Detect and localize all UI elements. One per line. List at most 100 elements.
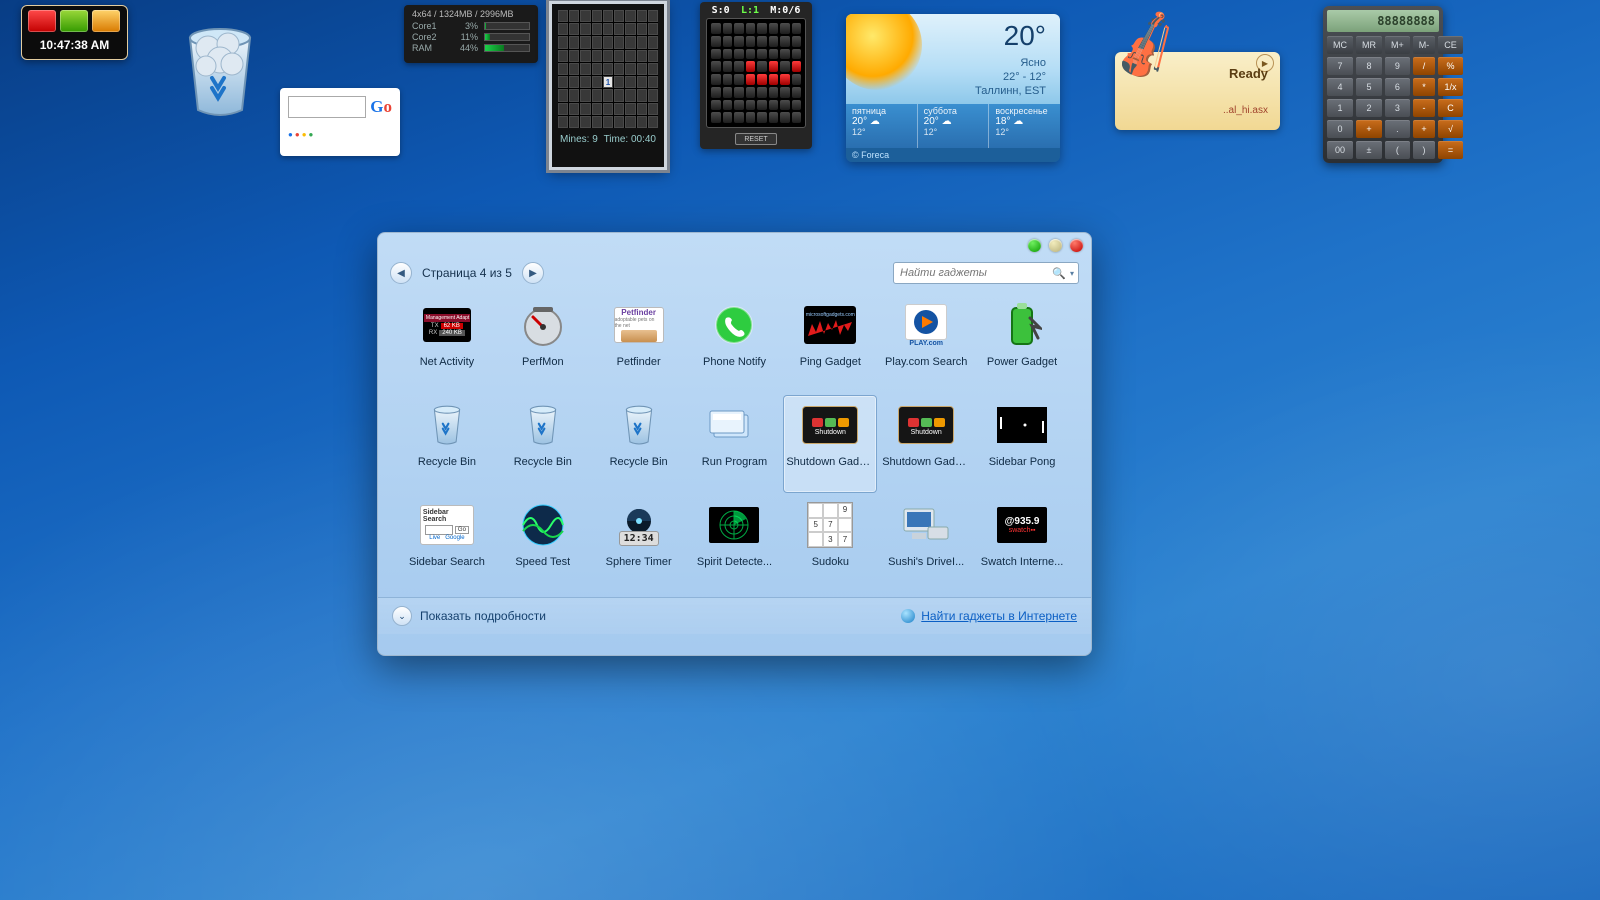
mine-cell[interactable] (569, 89, 579, 101)
brick-cell[interactable] (780, 36, 790, 47)
calc-key[interactable]: M+ (1385, 36, 1410, 54)
brick-cell[interactable] (734, 87, 744, 98)
brick-cell[interactable] (757, 36, 767, 47)
mine-cell[interactable] (558, 76, 568, 88)
mine-cell[interactable] (580, 103, 590, 115)
mine-cell[interactable] (648, 50, 658, 62)
mine-cell[interactable] (603, 103, 613, 115)
gadget-item-shutdown[interactable]: ShutdownShutdown Gadget (783, 395, 877, 493)
gadget-item-pong[interactable]: Sidebar Pong (975, 395, 1069, 493)
mine-cell[interactable] (637, 89, 647, 101)
mine-cell[interactable] (603, 63, 613, 75)
brick-cell[interactable] (711, 87, 721, 98)
gadget-item-netactivity[interactable]: Management AdaptTX62 KBRX240 KBNet Activ… (400, 295, 494, 393)
mine-cell[interactable] (603, 23, 613, 35)
brick-cell[interactable] (769, 23, 779, 34)
calc-key[interactable]: + (1413, 120, 1436, 138)
brick-cell[interactable] (769, 61, 779, 72)
mine-cell[interactable] (648, 10, 658, 22)
mine-cell[interactable] (625, 116, 635, 128)
brick-cell[interactable] (757, 87, 767, 98)
calc-key[interactable]: 9 (1385, 57, 1410, 75)
mine-cell[interactable] (625, 76, 635, 88)
mine-cell[interactable] (614, 63, 624, 75)
calc-key[interactable]: 5 (1356, 78, 1382, 96)
brick-cell[interactable] (723, 112, 733, 123)
find-gadgets-online-link[interactable]: Найти гаджеты в Интернете (921, 609, 1077, 623)
calc-key[interactable]: % (1438, 57, 1463, 75)
mine-cell[interactable] (637, 76, 647, 88)
mine-cell[interactable] (592, 36, 602, 48)
gadget-item-bin[interactable]: Recycle Bin (400, 395, 494, 493)
brick-cell[interactable] (792, 49, 802, 60)
brick-cell[interactable] (711, 112, 721, 123)
mine-cell[interactable] (637, 116, 647, 128)
brick-cell[interactable] (723, 87, 733, 98)
brick-cell[interactable] (734, 112, 744, 123)
mine-cell[interactable] (625, 36, 635, 48)
power-off-button[interactable] (28, 10, 56, 32)
mine-cell[interactable] (637, 36, 647, 48)
mine-cell[interactable] (558, 23, 568, 35)
mine-cell[interactable] (603, 50, 613, 62)
brick-cell[interactable] (711, 74, 721, 85)
mine-cell[interactable] (603, 36, 613, 48)
brick-cell[interactable] (711, 61, 721, 72)
brick-cell[interactable] (723, 100, 733, 111)
gadget-item-drive[interactable]: Sushi's DriveI... (879, 495, 973, 593)
cpu-meter-gadget[interactable]: 4x64 / 1324MB / 2996MB Core13%Core211%RA… (404, 5, 538, 63)
mine-cell[interactable] (569, 10, 579, 22)
next-page-button[interactable]: ▶ (522, 262, 544, 284)
forecast-day[interactable]: суббота20° ☁12° (918, 104, 990, 148)
brick-cell[interactable] (792, 36, 802, 47)
gadget-item-shutdown[interactable]: ShutdownShutdown Gadget (879, 395, 973, 493)
calc-key[interactable]: 2 (1356, 99, 1382, 117)
calc-key[interactable]: 6 (1385, 78, 1410, 96)
brick-cell[interactable] (734, 23, 744, 34)
calculator-gadget[interactable]: 88888888 MCMRM+M-CE789/%456*1/x123-C0+.+… (1323, 6, 1443, 163)
gadget-item-bin[interactable]: Recycle Bin (592, 395, 686, 493)
window-titlebar[interactable] (378, 233, 1091, 257)
gallery-search-input[interactable] (898, 266, 1052, 280)
mine-cell[interactable] (592, 50, 602, 62)
lock-button[interactable] (92, 10, 120, 32)
brick-cell[interactable] (711, 49, 721, 60)
google-search-gadget[interactable]: Go ●●●● (280, 88, 400, 156)
brick-cell[interactable] (723, 49, 733, 60)
mine-cell[interactable] (614, 23, 624, 35)
mine-cell[interactable] (592, 23, 602, 35)
mine-cell[interactable] (580, 50, 590, 62)
brick-cell[interactable] (757, 112, 767, 123)
brick-cell[interactable] (746, 112, 756, 123)
calc-key[interactable]: ± (1356, 141, 1382, 159)
calc-key[interactable]: MR (1356, 36, 1382, 54)
calc-key[interactable]: + (1356, 120, 1382, 138)
calc-key[interactable]: * (1413, 78, 1436, 96)
mine-cell[interactable] (648, 23, 658, 35)
mine-cell[interactable] (558, 63, 568, 75)
mine-cell[interactable] (625, 50, 635, 62)
mine-cell[interactable] (580, 36, 590, 48)
gadget-item-radar[interactable]: Spirit Detecte... (688, 495, 782, 593)
forecast-day[interactable]: пятница20° ☁12° (846, 104, 918, 148)
gadget-item-swatch[interactable]: @935.9swatch▪▪Swatch Interne... (975, 495, 1069, 593)
brick-cell[interactable] (780, 23, 790, 34)
gadget-item-petfinder[interactable]: Petfinderadoptable pets on the netPetfin… (592, 295, 686, 393)
mine-cell[interactable] (592, 103, 602, 115)
mine-cell[interactable] (614, 10, 624, 22)
brick-cell[interactable] (746, 61, 756, 72)
mine-cell[interactable] (569, 103, 579, 115)
mine-cell[interactable] (648, 76, 658, 88)
brick-cell[interactable] (780, 74, 790, 85)
brick-cell[interactable] (723, 23, 733, 34)
mine-cell[interactable] (648, 36, 658, 48)
brick-game-gadget[interactable]: S:0 L:1 M:0/6 RESET (700, 2, 812, 149)
brick-cell[interactable] (780, 100, 790, 111)
gadget-item-sudoku[interactable]: 95737Sudoku (783, 495, 877, 593)
mine-cell[interactable] (569, 76, 579, 88)
window-close-button[interactable] (1070, 239, 1083, 252)
mine-cell[interactable] (648, 63, 658, 75)
mine-cell[interactable] (580, 89, 590, 101)
mine-cell[interactable] (637, 103, 647, 115)
brick-cell[interactable] (769, 74, 779, 85)
